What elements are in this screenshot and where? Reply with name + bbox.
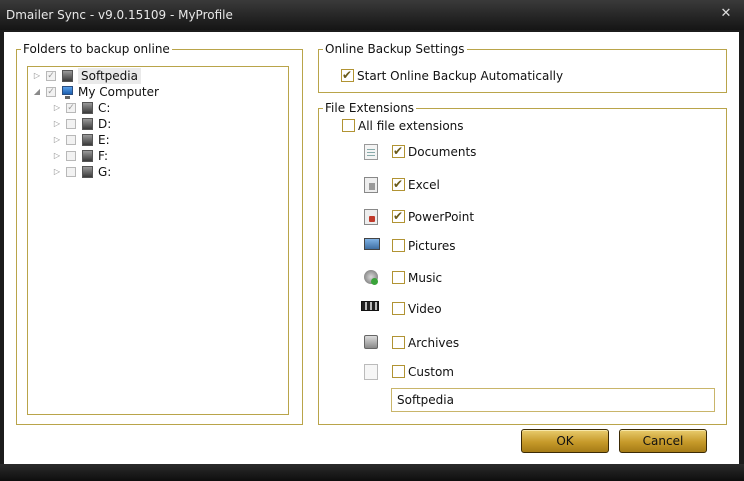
- drive-icon: [82, 102, 93, 114]
- video-icon: [361, 301, 379, 311]
- window-bottom-edge: [0, 464, 744, 481]
- computer-icon: [62, 86, 73, 99]
- start-auto-backup-label: Start Online Backup Automatically: [357, 69, 564, 83]
- expand-arrow-icon[interactable]: ▷: [32, 68, 42, 84]
- all-extensions-label: All file extensions: [358, 119, 464, 133]
- folders-legend: Folders to backup online: [21, 42, 172, 56]
- expand-arrow-icon[interactable]: ▷: [52, 132, 62, 148]
- extension-label: Video: [408, 302, 442, 316]
- drive-icon: [82, 150, 93, 162]
- archive-icon: [364, 335, 378, 349]
- tree-node[interactable]: ▷ G:: [28, 164, 283, 180]
- pictures-icon: [364, 238, 380, 250]
- folders-group: Folders to backup online ▷ ✓ Softpedia ◢ ✓ My…: [16, 42, 303, 425]
- tree-node-label[interactable]: My Computer: [78, 84, 159, 100]
- extension-label: Excel: [408, 178, 440, 192]
- folder-tree[interactable]: ▷ ✓ Softpedia ◢ ✓ My Computer ▷ ✓ C: ▷ D: ▷ E: ▷ F: ▷ G:: [27, 66, 289, 415]
- tree-node-checkbox[interactable]: ✓: [66, 103, 76, 113]
- file-extensions-group: File Extensions All file extensions Docu…: [318, 101, 727, 425]
- all-extensions-checkbox[interactable]: [342, 119, 355, 132]
- tree-node-checkbox[interactable]: ✓: [46, 71, 56, 81]
- collapse-arrow-icon[interactable]: ◢: [32, 84, 42, 100]
- custom-extension-input[interactable]: [391, 388, 715, 412]
- extension-checkbox-archives[interactable]: [392, 336, 405, 349]
- tree-node[interactable]: ▷ F:: [28, 148, 283, 164]
- tree-node-checkbox[interactable]: [66, 167, 76, 177]
- tree-node-label[interactable]: F:: [98, 148, 108, 164]
- online-backup-group: Online Backup Settings Start Online Back…: [318, 42, 727, 93]
- excel-icon: [364, 177, 378, 193]
- extension-label: PowerPoint: [408, 210, 475, 224]
- tree-node[interactable]: ▷ E:: [28, 132, 283, 148]
- extension-checkbox-powerpoint[interactable]: [392, 209, 405, 223]
- tree-node-checkbox[interactable]: [66, 119, 76, 129]
- drive-icon: [62, 70, 73, 82]
- title-bar[interactable]: Dmailer Sync - v9.0.15109 - MyProfile ✕: [0, 0, 744, 30]
- extension-checkbox-documents[interactable]: [392, 144, 405, 158]
- tree-node-label[interactable]: C:: [98, 100, 110, 116]
- powerpoint-icon: [364, 209, 378, 225]
- extension-checkbox-music[interactable]: [392, 271, 405, 284]
- tree-node[interactable]: ◢ ✓ My Computer: [28, 84, 283, 100]
- tree-node[interactable]: ▷ ✓ C:: [28, 100, 283, 116]
- tree-node-checkbox[interactable]: ✓: [46, 87, 56, 97]
- app-window: Dmailer Sync - v9.0.15109 - MyProfile ✕ …: [0, 0, 744, 481]
- dialog-body: Folders to backup online ▷ ✓ Softpedia ◢ ✓ My…: [4, 32, 739, 464]
- custom-file-icon: [364, 364, 378, 380]
- window-title: Dmailer Sync - v9.0.15109 - MyProfile: [6, 8, 233, 22]
- extension-label: Documents: [408, 145, 477, 159]
- extension-checkbox-video[interactable]: [392, 302, 405, 315]
- tree-node[interactable]: ▷ ✓ Softpedia: [28, 68, 283, 84]
- extension-label: Archives: [408, 336, 460, 350]
- extension-checkbox-pictures[interactable]: [392, 239, 405, 252]
- close-icon[interactable]: ✕: [718, 6, 734, 22]
- tree-node-checkbox[interactable]: [66, 151, 76, 161]
- extension-label: Pictures: [408, 239, 456, 253]
- drive-icon: [82, 166, 93, 178]
- online-backup-legend: Online Backup Settings: [323, 42, 467, 56]
- document-icon: [364, 144, 378, 160]
- extension-label: Custom: [408, 365, 454, 379]
- ok-button[interactable]: OK: [521, 429, 609, 453]
- music-icon: [364, 270, 378, 285]
- extension-checkbox-custom[interactable]: [392, 365, 405, 378]
- expand-arrow-icon[interactable]: ▷: [52, 148, 62, 164]
- tree-node-label[interactable]: D:: [98, 116, 111, 132]
- tree-node-label[interactable]: G:: [98, 164, 111, 180]
- expand-arrow-icon[interactable]: ▷: [52, 164, 62, 180]
- tree-node-checkbox[interactable]: [66, 135, 76, 145]
- drive-icon: [82, 118, 93, 130]
- extension-checkbox-excel[interactable]: [392, 177, 405, 191]
- cancel-button[interactable]: Cancel: [619, 429, 707, 453]
- tree-node[interactable]: ▷ D:: [28, 116, 283, 132]
- tree-node-label[interactable]: E:: [98, 132, 110, 148]
- drive-icon: [82, 134, 93, 146]
- expand-arrow-icon[interactable]: ▷: [52, 100, 62, 116]
- expand-arrow-icon[interactable]: ▷: [52, 116, 62, 132]
- file-extensions-legend: File Extensions: [323, 101, 417, 115]
- start-auto-backup-checkbox[interactable]: [341, 68, 354, 82]
- tree-node-label[interactable]: Softpedia: [78, 68, 141, 84]
- extension-label: Music: [408, 271, 443, 285]
